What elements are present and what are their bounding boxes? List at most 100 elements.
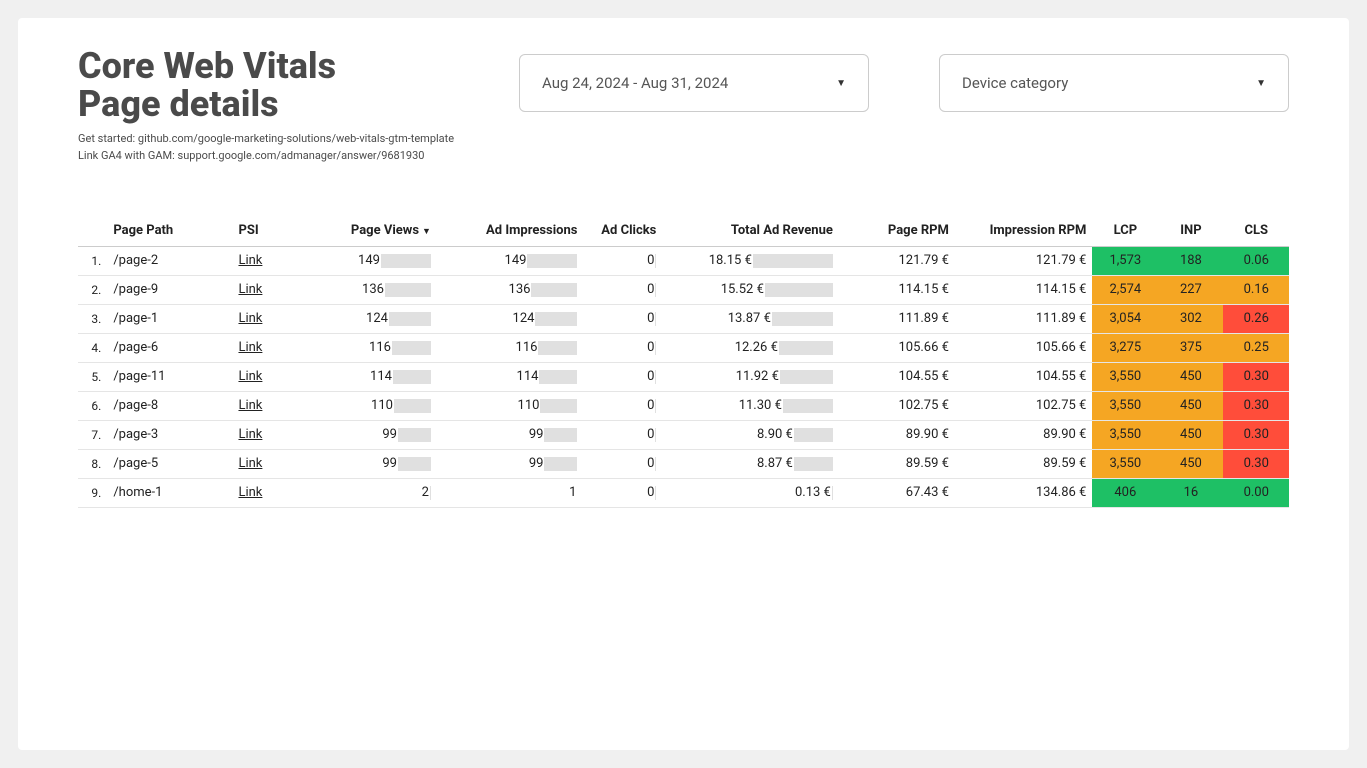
impression-rpm: 114.15 € bbox=[955, 275, 1092, 304]
sort-desc-icon: ▼ bbox=[422, 227, 431, 237]
row-index: 7. bbox=[78, 420, 107, 449]
page-rpm: 67.43 € bbox=[839, 478, 955, 507]
col-page-path[interactable]: Page Path bbox=[107, 215, 232, 247]
page-rpm: 105.66 € bbox=[839, 333, 955, 362]
inp-cell: 375 bbox=[1158, 333, 1223, 362]
inp-cell: 450 bbox=[1158, 362, 1223, 391]
page-views: 116 bbox=[290, 333, 437, 362]
total-ad-revenue: 8.90 € bbox=[662, 420, 839, 449]
page-rpm: 104.55 € bbox=[839, 362, 955, 391]
impression-rpm: 102.75 € bbox=[955, 391, 1092, 420]
table-row: 9./home-1Link2100.13 €67.43 €134.86 €406… bbox=[78, 478, 1289, 507]
lcp-cell: 3,275 bbox=[1092, 333, 1158, 362]
report-card: Core Web Vitals Page details Get started… bbox=[18, 18, 1349, 750]
row-index: 2. bbox=[78, 275, 107, 304]
psi-link[interactable]: Link bbox=[238, 456, 262, 471]
col-inp[interactable]: INP bbox=[1158, 215, 1223, 247]
total-ad-revenue: 8.87 € bbox=[662, 449, 839, 478]
col-cls[interactable]: CLS bbox=[1223, 215, 1289, 247]
lcp-cell: 3,550 bbox=[1092, 420, 1158, 449]
lcp-cell: 3,550 bbox=[1092, 449, 1158, 478]
page-path: /page-2 bbox=[107, 246, 232, 275]
col-ad-impressions[interactable]: Ad Impressions bbox=[437, 215, 584, 247]
device-category-value: Device category bbox=[962, 74, 1068, 92]
ad-clicks: 0 bbox=[583, 449, 662, 478]
chevron-down-icon: ▼ bbox=[836, 78, 846, 89]
psi-link-cell: Link bbox=[232, 333, 290, 362]
page-views: 114 bbox=[290, 362, 437, 391]
ad-clicks: 0 bbox=[583, 478, 662, 507]
page-views: 136 bbox=[290, 275, 437, 304]
page-path: /page-11 bbox=[107, 362, 232, 391]
psi-link-cell: Link bbox=[232, 449, 290, 478]
col-psi[interactable]: PSI bbox=[232, 215, 290, 247]
ad-impressions: 114 bbox=[437, 362, 584, 391]
psi-link-cell: Link bbox=[232, 275, 290, 304]
col-ad-clicks[interactable]: Ad Clicks bbox=[583, 215, 662, 247]
row-index: 9. bbox=[78, 478, 107, 507]
total-ad-revenue: 0.13 € bbox=[662, 478, 839, 507]
table-row: 2./page-9Link136136015.52 €114.15 €114.1… bbox=[78, 275, 1289, 304]
page-rpm: 114.15 € bbox=[839, 275, 955, 304]
page-views: 2 bbox=[290, 478, 437, 507]
total-ad-revenue: 11.30 € bbox=[662, 391, 839, 420]
ad-clicks: 0 bbox=[583, 362, 662, 391]
table-row: 8./page-5Link999908.87 €89.59 €89.59 €3,… bbox=[78, 449, 1289, 478]
psi-link[interactable]: Link bbox=[238, 253, 262, 268]
psi-link-cell: Link bbox=[232, 420, 290, 449]
page-path: /home-1 bbox=[107, 478, 232, 507]
psi-link[interactable]: Link bbox=[238, 398, 262, 413]
table-row: 4./page-6Link116116012.26 €105.66 €105.6… bbox=[78, 333, 1289, 362]
page-rpm: 89.59 € bbox=[839, 449, 955, 478]
psi-link[interactable]: Link bbox=[238, 485, 262, 500]
page-rpm: 111.89 € bbox=[839, 304, 955, 333]
psi-link[interactable]: Link bbox=[238, 427, 262, 442]
col-impression-rpm[interactable]: Impression RPM bbox=[955, 215, 1092, 247]
subtitle-line1: Get started: github.com/google-marketing… bbox=[78, 130, 454, 148]
table-row: 3./page-1Link124124013.87 €111.89 €111.8… bbox=[78, 304, 1289, 333]
ad-clicks: 0 bbox=[583, 420, 662, 449]
psi-link-cell: Link bbox=[232, 478, 290, 507]
impression-rpm: 89.90 € bbox=[955, 420, 1092, 449]
page-views: 110 bbox=[290, 391, 437, 420]
psi-link-cell: Link bbox=[232, 304, 290, 333]
page-views: 99 bbox=[290, 449, 437, 478]
page-path: /page-6 bbox=[107, 333, 232, 362]
impression-rpm: 105.66 € bbox=[955, 333, 1092, 362]
row-index: 6. bbox=[78, 391, 107, 420]
ad-impressions: 110 bbox=[437, 391, 584, 420]
inp-cell: 188 bbox=[1158, 246, 1223, 275]
controls: Aug 24, 2024 - Aug 31, 2024 ▼ Device cat… bbox=[519, 54, 1289, 112]
psi-link[interactable]: Link bbox=[238, 311, 262, 326]
title-line2: Page details bbox=[78, 83, 279, 125]
cls-cell: 0.30 bbox=[1223, 420, 1289, 449]
row-index: 8. bbox=[78, 449, 107, 478]
lcp-cell: 1,573 bbox=[1092, 246, 1158, 275]
page-path: /page-5 bbox=[107, 449, 232, 478]
col-page-rpm[interactable]: Page RPM bbox=[839, 215, 955, 247]
page-path: /page-8 bbox=[107, 391, 232, 420]
psi-link[interactable]: Link bbox=[238, 369, 262, 384]
total-ad-revenue: 18.15 € bbox=[662, 246, 839, 275]
title-block: Core Web Vitals Page details Get started… bbox=[78, 48, 454, 165]
total-ad-revenue: 15.52 € bbox=[662, 275, 839, 304]
cls-cell: 0.06 bbox=[1223, 246, 1289, 275]
psi-link[interactable]: Link bbox=[238, 282, 262, 297]
ad-clicks: 0 bbox=[583, 304, 662, 333]
psi-link[interactable]: Link bbox=[238, 340, 262, 355]
total-ad-revenue: 12.26 € bbox=[662, 333, 839, 362]
table-row: 1./page-2Link149149018.15 €121.79 €121.7… bbox=[78, 246, 1289, 275]
device-category-dropdown[interactable]: Device category ▼ bbox=[939, 54, 1289, 112]
date-range-dropdown[interactable]: Aug 24, 2024 - Aug 31, 2024 ▼ bbox=[519, 54, 869, 112]
ad-impressions: 99 bbox=[437, 449, 584, 478]
total-ad-revenue: 11.92 € bbox=[662, 362, 839, 391]
title-line1: Core Web Vitals bbox=[78, 45, 336, 87]
col-page-views[interactable]: Page Views▼ bbox=[290, 215, 437, 247]
impression-rpm: 104.55 € bbox=[955, 362, 1092, 391]
col-total-ad-revenue[interactable]: Total Ad Revenue bbox=[662, 215, 839, 247]
page-rpm: 102.75 € bbox=[839, 391, 955, 420]
col-index bbox=[78, 215, 107, 247]
inp-cell: 450 bbox=[1158, 449, 1223, 478]
page-title: Core Web Vitals Page details bbox=[78, 48, 454, 124]
col-lcp[interactable]: LCP bbox=[1092, 215, 1158, 247]
